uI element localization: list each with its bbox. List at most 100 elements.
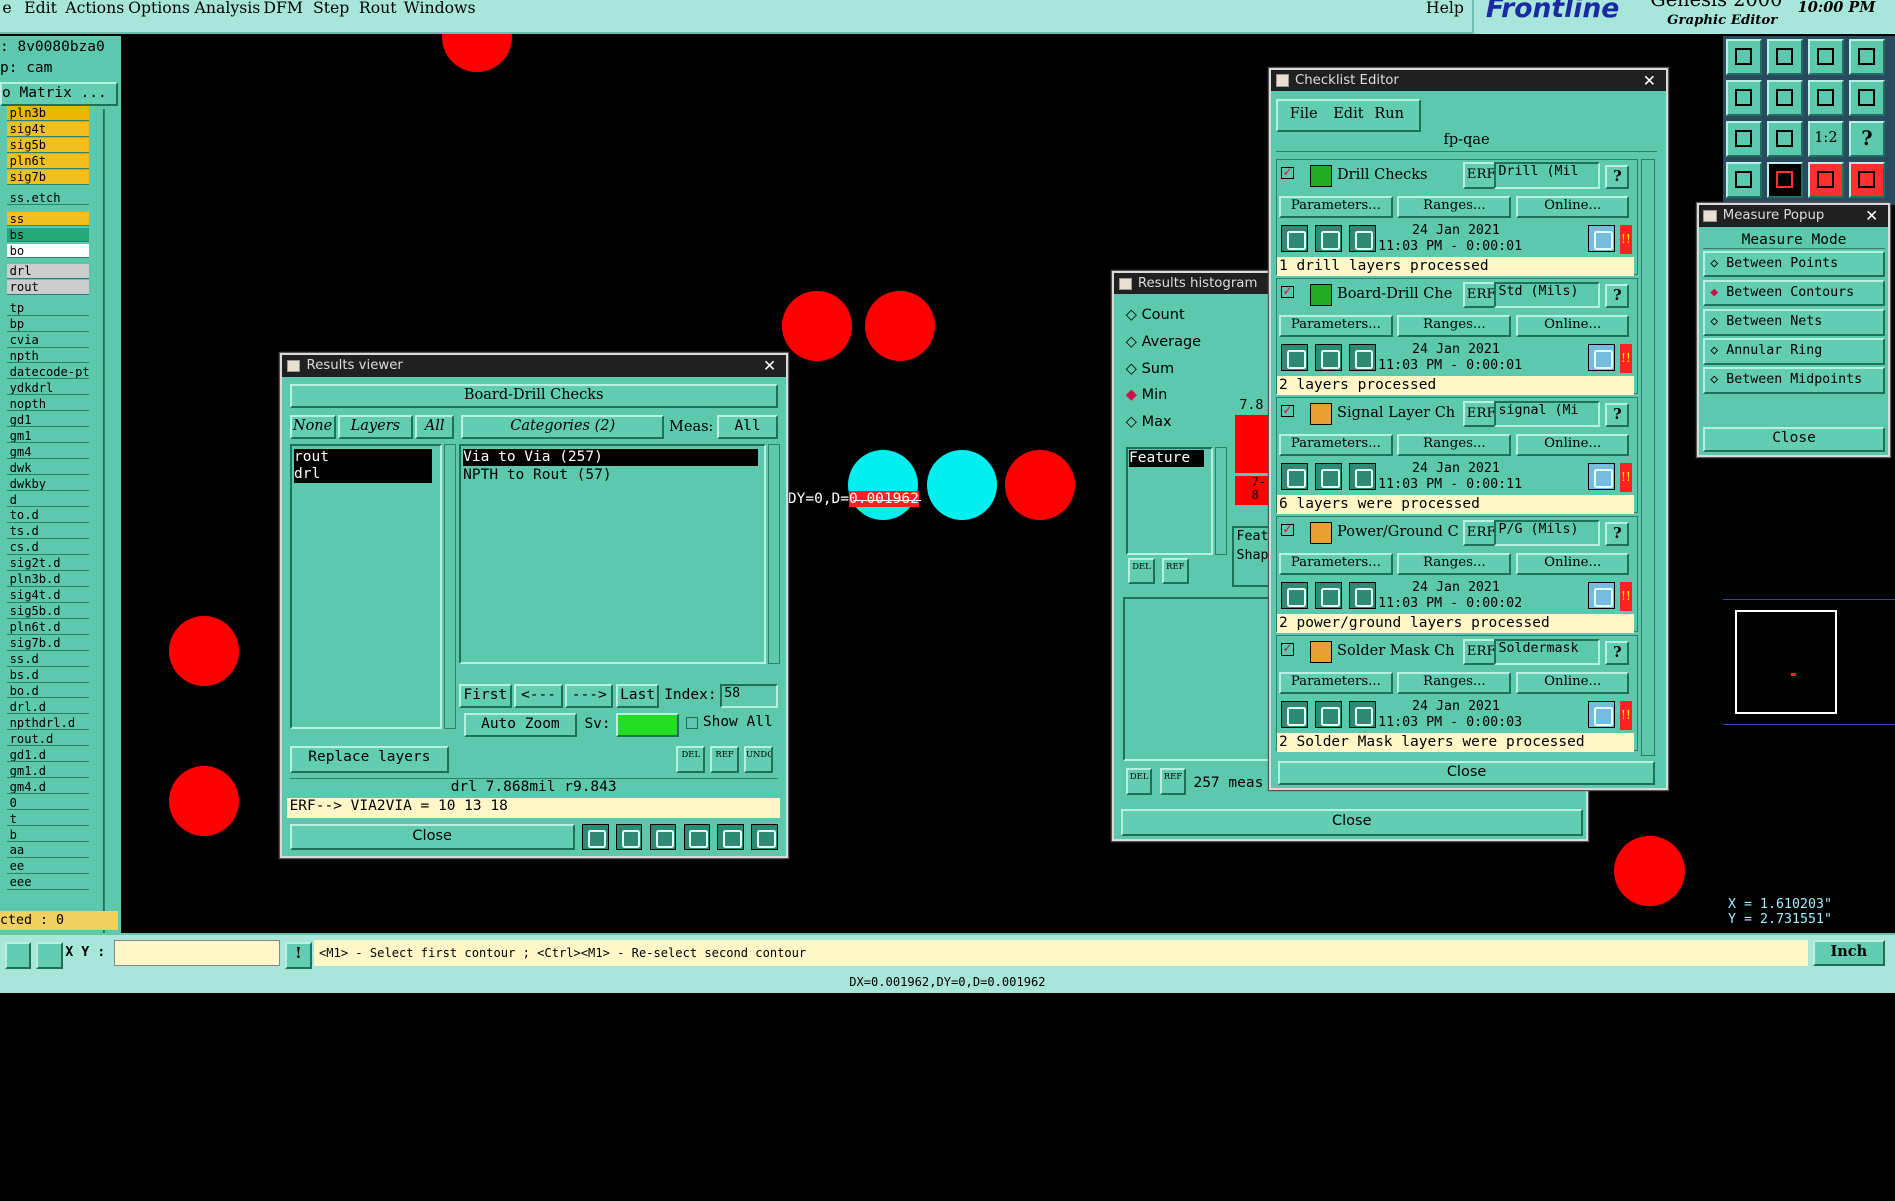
layer-scrollbar[interactable]	[444, 444, 457, 730]
erf-input[interactable]: Soldermask	[1494, 638, 1601, 666]
run-icon[interactable]	[1349, 225, 1376, 252]
tool-icon[interactable]	[1848, 38, 1886, 75]
run-icon[interactable]	[1349, 582, 1376, 609]
menu-help[interactable]: Help	[1426, 0, 1464, 17]
category-row-npth-to-rout[interactable]: NPTH to Rout (57)	[463, 467, 758, 484]
measure-option[interactable]: ◇ Between Midpoints	[1703, 366, 1885, 394]
run-icon[interactable]	[1349, 344, 1376, 371]
layer-item[interactable]: bs	[7, 227, 90, 243]
parameters-button[interactable]: Parameters...	[1279, 315, 1393, 338]
measure-option[interactable]: ◇ Annular Ring	[1703, 337, 1885, 365]
none-button[interactable]: None	[289, 415, 336, 440]
tool-icon[interactable]	[1807, 79, 1844, 116]
layer-item[interactable]: sig7b.d	[7, 636, 90, 651]
alert-icon[interactable]: !!	[1619, 344, 1632, 374]
layers-button[interactable]: Layers	[337, 415, 413, 440]
tool-icon[interactable]	[1766, 79, 1803, 116]
undo-button[interactable]: UNDO	[743, 746, 773, 773]
ranges-button[interactable]: Ranges...	[1397, 196, 1512, 219]
tool-icon[interactable]	[1725, 120, 1762, 158]
run-icon[interactable]	[1315, 463, 1342, 490]
menu-step[interactable]: Step	[313, 0, 349, 17]
layer-item[interactable]: gd1.d	[7, 747, 90, 763]
prev-button[interactable]: <---	[514, 683, 563, 708]
layer-item[interactable]: bp	[7, 317, 90, 332]
option-average[interactable]: ◇ Average	[1126, 334, 1201, 350]
categories-button[interactable]: Categories (2)	[461, 415, 665, 440]
layer-item[interactable]: pln3b.d	[7, 572, 90, 587]
zoom-icon[interactable]	[1588, 225, 1615, 252]
check-checkbox[interactable]: ✓	[1281, 523, 1294, 537]
menu-edit[interactable]: Edit	[24, 0, 57, 17]
close-icon[interactable]: ✕	[1643, 70, 1656, 92]
layer-item[interactable]: bs.d	[7, 668, 90, 683]
layer-item[interactable]: drl.d	[7, 699, 90, 715]
close-icon[interactable]: ✕	[763, 355, 776, 377]
layer-item[interactable]: pln6t.d	[7, 620, 90, 635]
measure-icon[interactable]	[683, 823, 711, 851]
measure-close-button[interactable]: Close	[1703, 427, 1885, 452]
layer-item[interactable]: cvia	[7, 333, 90, 348]
auto-zoom-select[interactable]: Auto Zoom	[463, 712, 578, 737]
run-icon[interactable]	[1281, 701, 1309, 728]
feature-list[interactable]: Feature	[1125, 446, 1213, 556]
layer-item[interactable]: sig5b.d	[7, 604, 90, 619]
index-input[interactable]: 58	[719, 683, 778, 708]
info-icon[interactable]: !	[285, 942, 312, 969]
erf-input[interactable]: P/G (Mils)	[1494, 519, 1601, 547]
feature-scrollbar[interactable]	[1215, 446, 1228, 556]
ref-button[interactable]: REF	[710, 746, 740, 773]
next-button[interactable]: --->	[565, 683, 614, 708]
alert-icon[interactable]: !!	[1619, 582, 1632, 612]
run-icon[interactable]	[1315, 225, 1342, 252]
layer-item[interactable]: gm1.d	[7, 763, 90, 779]
layer-item[interactable]: rout.d	[7, 731, 90, 747]
mini-map[interactable]	[1723, 599, 1895, 726]
scale-button[interactable]: 1:2	[1807, 120, 1844, 158]
online-button[interactable]: Online...	[1515, 434, 1630, 457]
online-button[interactable]: Online...	[1515, 315, 1630, 338]
results-close-button[interactable]: Close	[289, 823, 575, 851]
check-checkbox[interactable]: ✓	[1281, 642, 1294, 656]
meas-select[interactable]: All	[717, 415, 778, 440]
menu-run[interactable]: Run	[1374, 105, 1404, 124]
checklist-titlebar[interactable]: Checklist Editor ✕	[1270, 69, 1666, 92]
layer-item[interactable]: bo.d	[7, 683, 90, 699]
replace-layers-select[interactable]: Replace layers	[289, 746, 450, 773]
check-name[interactable]: Board-Drill Che	[1337, 286, 1463, 302]
layer-item[interactable]: bo	[7, 243, 90, 259]
layer-item[interactable]: sig4t.d	[7, 588, 90, 603]
checklist-close-button[interactable]: Close	[1278, 760, 1656, 786]
menu-rout[interactable]: Rout	[359, 0, 397, 17]
run-icon[interactable]	[1281, 344, 1309, 371]
tool-icon[interactable]	[1766, 120, 1803, 158]
parameters-button[interactable]: Parameters...	[1279, 553, 1393, 576]
check-checkbox[interactable]: ✓	[1281, 404, 1294, 418]
layer-item[interactable]: rout	[7, 280, 90, 295]
alert-icon[interactable]: !!	[1619, 463, 1632, 493]
layer-row-drl[interactable]: drl	[294, 465, 432, 483]
layer-item[interactable]: datecode-pt	[7, 364, 90, 380]
matrix-button[interactable]: o Matrix ...	[0, 82, 119, 107]
run-icon[interactable]	[1281, 463, 1309, 490]
ranges-button[interactable]: Ranges...	[1397, 315, 1512, 338]
ranges-button[interactable]: Ranges...	[1397, 672, 1512, 695]
layer-item[interactable]: sig2t.d	[7, 556, 90, 571]
sv-color-select[interactable]	[615, 712, 679, 737]
check-help-button[interactable]: ?	[1605, 164, 1630, 190]
category-listbox[interactable]: Via to Via (257) NPTH to Rout (57)	[458, 444, 766, 665]
layer-item[interactable]: eee	[7, 875, 90, 890]
zoom-icon[interactable]	[1588, 344, 1615, 371]
del-button[interactable]: DEL	[676, 746, 706, 773]
layer-item[interactable]: nopth	[7, 396, 90, 412]
layer-item[interactable]: npthdrl.d	[7, 715, 90, 731]
snap-icon[interactable]	[4, 942, 32, 969]
layer-item[interactable]: cs.d	[7, 540, 90, 555]
check-help-button[interactable]: ?	[1605, 283, 1630, 309]
measure-option[interactable]: ◇ Between Nets	[1703, 308, 1885, 336]
layer-item[interactable]: dwkby	[7, 476, 90, 492]
online-button[interactable]: Online...	[1515, 672, 1630, 695]
run-icon[interactable]	[1349, 463, 1376, 490]
alert-icon[interactable]: !!	[1619, 701, 1632, 731]
parameters-button[interactable]: Parameters...	[1279, 672, 1393, 695]
